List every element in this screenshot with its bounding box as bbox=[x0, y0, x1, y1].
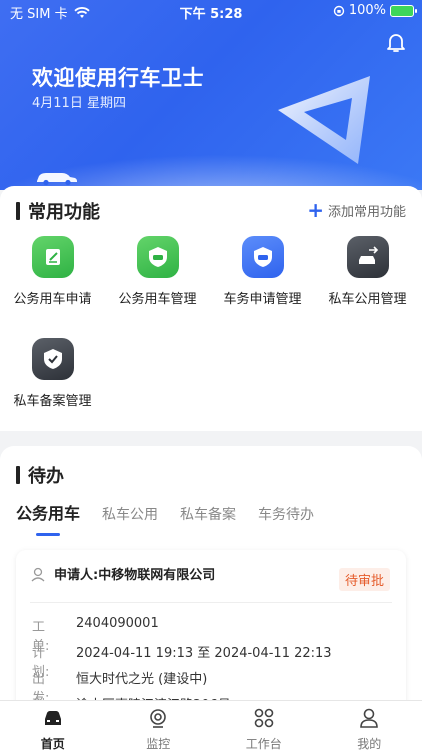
battery-icon bbox=[390, 4, 417, 17]
car-transfer-icon bbox=[346, 236, 389, 278]
bell-icon[interactable] bbox=[384, 30, 408, 54]
nav-profile[interactable]: 我的 bbox=[317, 701, 422, 750]
todo-panel: 待办 公务用车 私车公用 私车备案 车务待办 申请人:中移物联网有限公司 待审批… bbox=[0, 446, 422, 704]
car-home-icon bbox=[44, 711, 61, 725]
status-badge: 待审批 bbox=[338, 568, 390, 591]
todo-title: 待办 bbox=[16, 462, 64, 488]
car-shield-icon bbox=[136, 236, 179, 278]
battery-percent: 100% bbox=[348, 3, 386, 18]
navigation-arrow-icon bbox=[278, 76, 370, 164]
car-illustration bbox=[37, 173, 77, 186]
tab-private-public[interactable]: 私车公用 bbox=[102, 504, 158, 530]
func-vehicle-affairs-manage[interactable]: 车务申请管理 bbox=[210, 236, 315, 307]
func-label: 私车备案管理 bbox=[13, 394, 92, 409]
add-common-function-button[interactable]: + 添加常用功能 bbox=[307, 200, 406, 220]
func-private-car-filing[interactable]: 私车备案管理 bbox=[0, 338, 105, 409]
welcome-date: 4月11日 星期四 bbox=[32, 96, 126, 111]
common-functions-label: 常用功能 bbox=[28, 202, 100, 223]
title-bar bbox=[16, 466, 20, 484]
check-shield-icon bbox=[31, 338, 74, 380]
nav-label: 我的 bbox=[357, 737, 382, 750]
edit-doc-icon bbox=[31, 236, 74, 278]
func-private-car-public-use[interactable]: 私车公用管理 bbox=[315, 236, 420, 307]
todo-card[interactable]: 申请人:中移物联网有限公司 待审批 工单: 2404090001 计划: 202… bbox=[16, 550, 406, 704]
car-shield-icon bbox=[241, 236, 284, 278]
applicant-text: 申请人:中移物联网有限公司 bbox=[54, 568, 216, 583]
grid-icon bbox=[254, 708, 274, 728]
card-header: 申请人:中移物联网有限公司 bbox=[30, 564, 215, 583]
func-official-car-apply[interactable]: 公务用车申请 bbox=[0, 236, 105, 307]
todo-tabs: 公务用车 私车公用 私车备案 车务待办 bbox=[16, 500, 314, 536]
tab-official-car[interactable]: 公务用车 bbox=[16, 500, 80, 536]
divider bbox=[30, 602, 392, 603]
tab-vehicle-affairs[interactable]: 车务待办 bbox=[258, 504, 314, 530]
nav-label: 工作台 bbox=[245, 737, 282, 750]
nav-home[interactable]: 首页 bbox=[0, 701, 106, 750]
user-icon bbox=[31, 567, 45, 581]
bottom-nav: 首页 监控 工作台 我的 bbox=[0, 700, 422, 750]
func-label: 公务用车申请 bbox=[13, 292, 92, 307]
func-label: 公务用车管理 bbox=[118, 292, 197, 307]
func-label: 私车公用管理 bbox=[328, 292, 407, 307]
title-bar bbox=[16, 202, 20, 220]
hero-header: 无 SIM 卡 下午 5:28 100% 欢迎使用行车卫士 4月11日 星期四 bbox=[0, 0, 422, 190]
todo-label: 待办 bbox=[28, 466, 64, 487]
common-functions-panel: 常用功能 + 添加常用功能 公务用车申请 公务用车管理 车务申请管理 私车公用管… bbox=[0, 186, 422, 431]
nav-label: 监控 bbox=[146, 737, 171, 750]
camera-icon bbox=[150, 709, 167, 728]
common-functions-title: 常用功能 bbox=[16, 198, 100, 224]
plus-icon: + bbox=[307, 198, 324, 222]
user-icon bbox=[360, 708, 379, 728]
welcome-title: 欢迎使用行车卫士 bbox=[32, 66, 204, 90]
orientation-lock-icon bbox=[333, 5, 345, 16]
tab-private-filing[interactable]: 私车备案 bbox=[180, 504, 236, 530]
add-common-function-label: 添加常用功能 bbox=[327, 204, 406, 220]
nav-monitor[interactable]: 监控 bbox=[106, 701, 212, 750]
func-label: 车务申请管理 bbox=[223, 292, 302, 307]
func-official-car-manage[interactable]: 公务用车管理 bbox=[105, 236, 210, 307]
status-bar: 无 SIM 卡 下午 5:28 100% bbox=[0, 0, 422, 22]
nav-workbench[interactable]: 工作台 bbox=[211, 701, 317, 750]
nav-label: 首页 bbox=[40, 737, 65, 750]
